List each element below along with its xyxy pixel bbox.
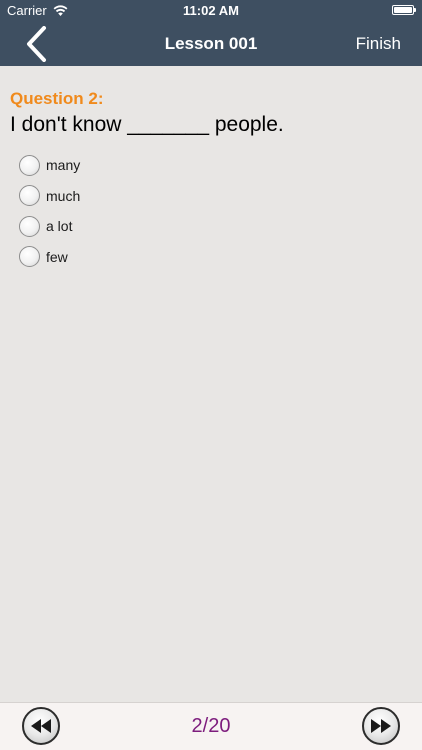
answer-option-label: much (46, 187, 81, 204)
answer-option-many[interactable]: many (19, 150, 319, 181)
answer-option-few[interactable]: few (19, 242, 319, 273)
question-number: Question 2: (10, 89, 104, 108)
radio-button[interactable] (19, 185, 40, 207)
finish-button[interactable]: Finish (356, 34, 401, 54)
battery-fill (394, 7, 412, 13)
answer-option-label: many (46, 157, 81, 174)
radio-button[interactable] (19, 215, 40, 237)
answer-option-label: a lot (46, 218, 73, 235)
fast-forward-icon (371, 719, 391, 733)
radio-button[interactable] (19, 246, 40, 268)
answer-option-a-lot[interactable]: a lot (19, 211, 319, 242)
radio-button[interactable] (19, 154, 40, 176)
status-bar: Carrier 11:02 AM (0, 0, 422, 22)
bottom-toolbar: 2/20 (0, 702, 422, 750)
battery-icon (392, 5, 416, 15)
page-counter: 2/20 (191, 715, 231, 737)
answer-options: many much a lot few (19, 150, 319, 272)
rewind-icon (31, 719, 51, 733)
status-time: 11:02 AM (183, 3, 239, 18)
navigation-bar: Lesson 001 Finish (0, 22, 422, 66)
answer-option-much[interactable]: much (19, 181, 319, 212)
back-button[interactable] (20, 26, 56, 62)
chevron-left-icon (27, 26, 46, 62)
answer-option-label: few (46, 248, 68, 265)
question-content: Question 2: I don't know _______ people.… (0, 66, 422, 702)
next-question-button[interactable] (362, 707, 400, 745)
previous-question-button[interactable] (22, 707, 60, 745)
question-text: I don't know _______ people. (10, 113, 284, 136)
